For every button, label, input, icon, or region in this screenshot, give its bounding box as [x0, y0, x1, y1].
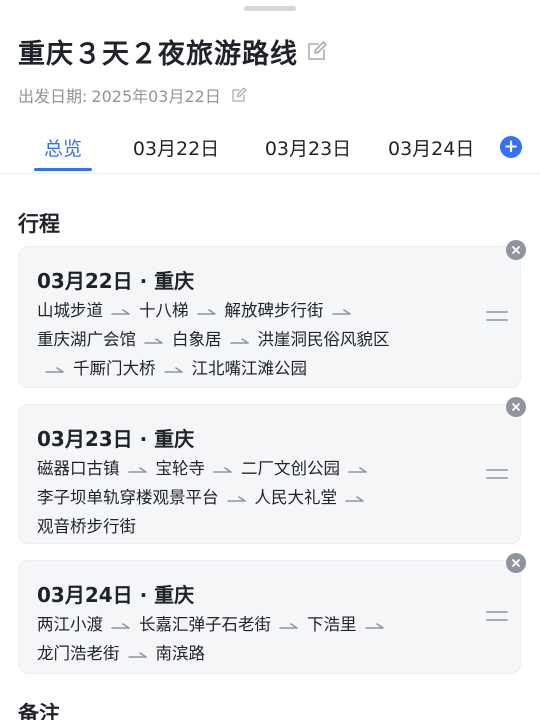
arrow-right-icon: [111, 297, 131, 326]
route-stop: 李子坝单轨穿楼观景平台: [37, 487, 219, 507]
route-stop: 人民大礼堂: [254, 487, 338, 507]
tab-day-0324[interactable]: 03月24日: [388, 128, 484, 174]
close-icon: [512, 559, 520, 567]
tab-day-0322[interactable]: 03月22日: [124, 128, 228, 174]
route-stop: 山城步道: [37, 301, 103, 320]
arrow-right-icon: [229, 326, 250, 355]
route-stop: 江北嘴江滩公园: [191, 358, 308, 378]
route-stop: 龙门浩老街: [37, 643, 120, 663]
itinerary-section-title: 行程: [18, 212, 60, 236]
arrow-right-icon: [196, 297, 217, 326]
edit-date-icon[interactable]: [231, 87, 247, 103]
remove-day-0324-button[interactable]: [506, 553, 526, 573]
title-row: 重庆３天２夜旅游路线: [18, 34, 522, 70]
route-list: 两江小渡 长嘉汇弹子石老街 下浩里龙门浩老街 南滨路: [37, 611, 457, 669]
arrow-right-icon: [348, 455, 368, 484]
route-stop: 重庆湖广会馆: [37, 329, 136, 349]
route-stop: 南滨路: [155, 643, 206, 663]
arrow-right-icon: [127, 640, 148, 669]
arrow-right-icon: [127, 455, 148, 484]
arrow-right-icon: [213, 455, 233, 484]
arrow-right-icon: [331, 297, 352, 326]
route-stop: 洪崖洞民俗风貌区: [257, 329, 390, 349]
arrow-right-icon: [279, 611, 299, 640]
arrow-right-icon: [45, 355, 65, 384]
close-icon: [512, 246, 520, 254]
route-stop: 千厮门大桥: [73, 358, 156, 378]
day-card-0323[interactable]: 03月23日 · 重庆 磁器口古镇 宝轮寺 二厂文创公园李子坝单轨穿楼观景平台 人民大…: [18, 404, 521, 544]
arrow-right-icon: [345, 484, 365, 513]
add-day-button[interactable]: +: [500, 136, 522, 158]
drag-handle-icon[interactable]: [486, 311, 508, 325]
route-stop: 下浩里: [307, 615, 357, 634]
route-stop: 十八梯: [139, 301, 189, 320]
day-card-header: 03月22日 · 重庆: [37, 269, 195, 293]
close-icon: [512, 403, 520, 411]
active-tab-indicator: [34, 168, 92, 171]
route-stop: 观音桥步行街: [37, 516, 136, 536]
route-stop: 宝轮寺: [155, 459, 206, 478]
drag-handle-icon[interactable]: [486, 469, 508, 483]
day-card-0322[interactable]: 03月22日 · 重庆 山城步道 十八梯 解放碑步行街重庆湖广会馆 白象居 洪崖洞民俗风…: [18, 246, 521, 388]
route-stop: 长嘉汇弹子石老街: [139, 615, 271, 634]
arrow-right-icon: [364, 611, 385, 640]
departure-date-label: 出发日期:: [18, 87, 88, 106]
route-stop: 磁器口古镇: [37, 459, 120, 478]
arrow-right-icon: [163, 355, 184, 384]
route-stop: 两江小渡: [37, 615, 103, 634]
route-list: 磁器口古镇 宝轮寺 二厂文创公园李子坝单轨穿楼观景平台 人民大礼堂观音桥步行街: [37, 455, 457, 541]
day-card-0324[interactable]: 03月24日 · 重庆 两江小渡 长嘉汇弹子石老街 下浩里龙门浩老街 南滨路: [18, 560, 521, 674]
day-card-header: 03月23日 · 重庆: [37, 427, 195, 451]
day-card-header: 03月24日 · 重庆: [37, 583, 195, 607]
sheet-grabber[interactable]: [244, 6, 296, 11]
edit-title-icon[interactable]: [306, 40, 328, 62]
drag-handle-icon[interactable]: [486, 611, 508, 625]
route-stop: 解放碑步行街: [224, 301, 324, 320]
page-title: 重庆３天２夜旅游路线: [18, 38, 298, 70]
remove-day-0323-button[interactable]: [506, 397, 526, 417]
notes-section-title: 备注: [18, 702, 60, 720]
plus-icon: +: [503, 136, 519, 157]
arrow-right-icon: [111, 611, 131, 640]
route-list: 山城步道 十八梯 解放碑步行街重庆湖广会馆 白象居 洪崖洞民俗风貌区千厮门大桥 江北嘴江滩…: [37, 297, 457, 383]
tab-day-0323[interactable]: 03月23日: [256, 128, 360, 174]
arrow-right-icon: [226, 484, 247, 513]
remove-day-0322-button[interactable]: [506, 240, 526, 260]
route-stop: 二厂文创公园: [241, 459, 340, 478]
departure-date-row: 出发日期: 2025年03月22日: [18, 84, 247, 106]
route-stop: 白象居: [172, 329, 222, 349]
day-tabs: 总览 03月22日 03月23日 03月24日 +: [0, 128, 540, 174]
arrow-right-icon: [144, 326, 164, 355]
departure-date-value: 2025年03月22日: [91, 87, 221, 106]
